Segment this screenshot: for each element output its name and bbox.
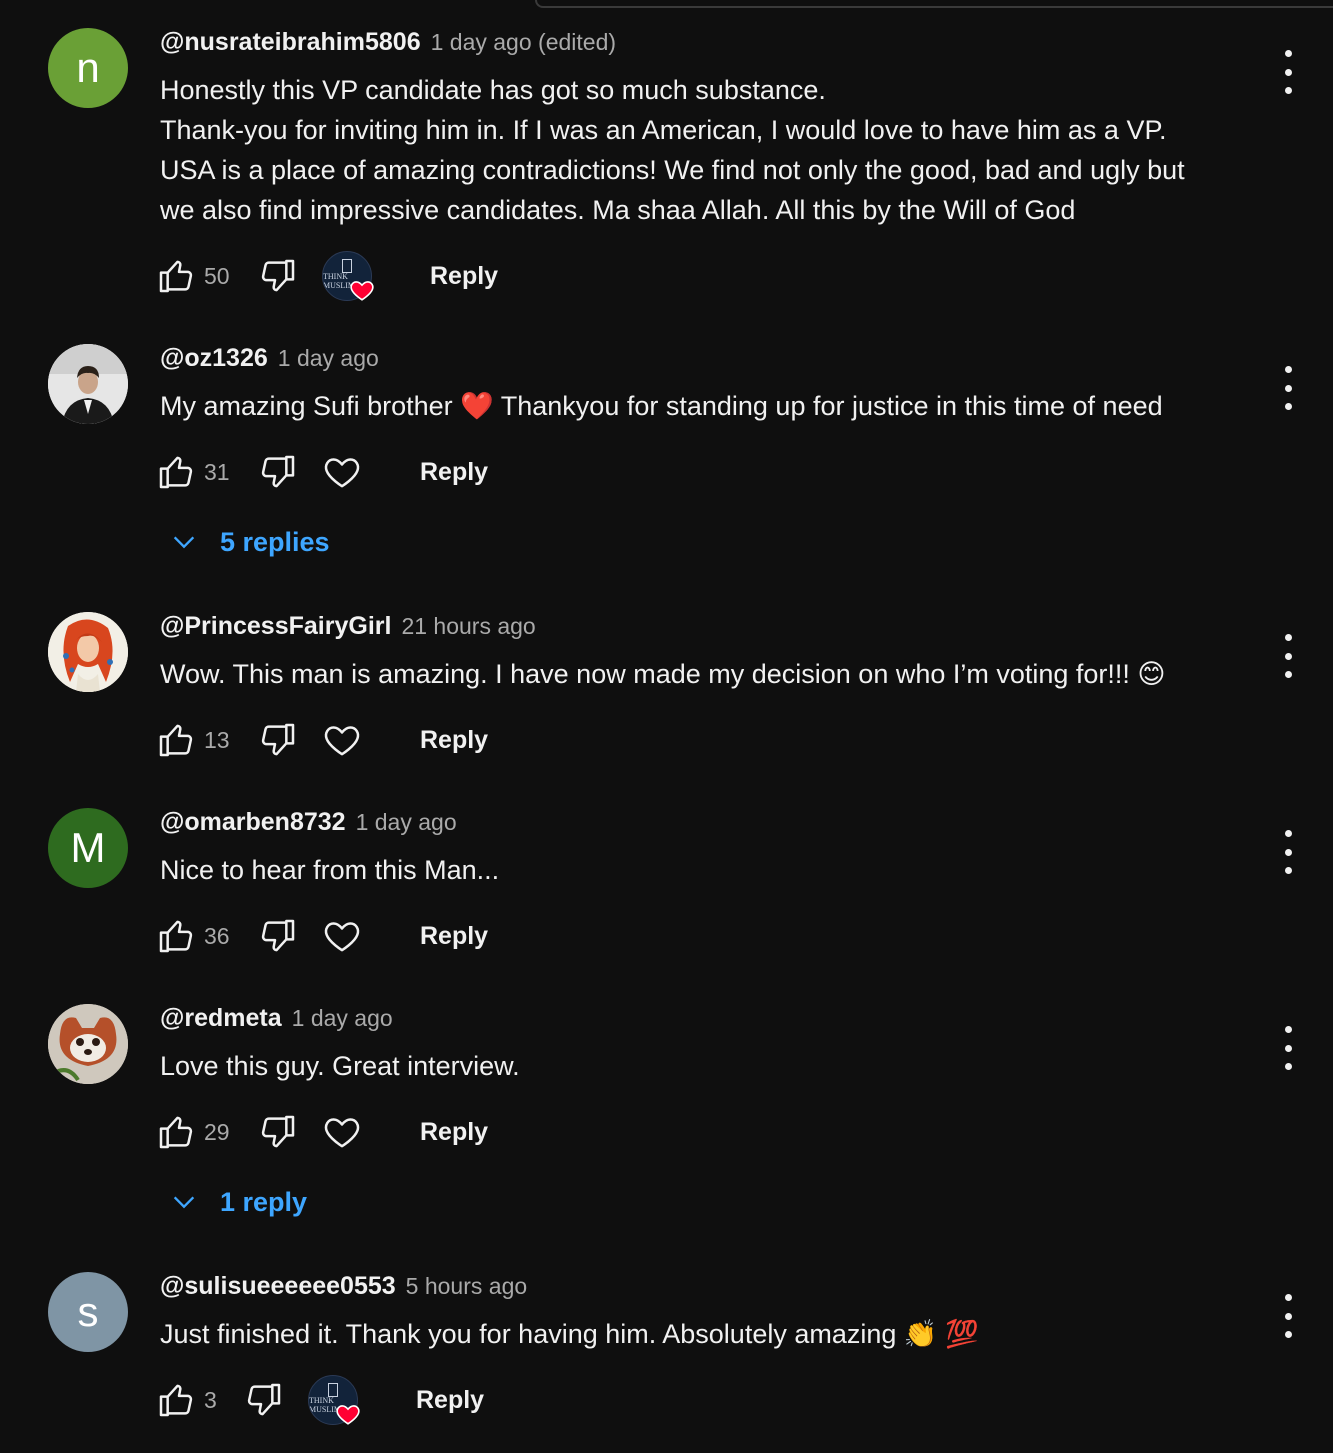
- comment-text: Nice to hear from this Man...: [160, 850, 1240, 890]
- comment-author[interactable]: @omarben8732: [160, 808, 346, 837]
- comment-text-line: Honestly this VP candidate has got so mu…: [160, 75, 826, 105]
- like-count: 29: [204, 1118, 230, 1145]
- comment-text: Honestly this VP candidate has got so mu…: [160, 70, 1240, 230]
- avatar-letter: n: [76, 44, 100, 91]
- comment-actions: 36 Reply: [156, 914, 488, 958]
- avatar-letter: M: [70, 824, 106, 871]
- comment-timestamp[interactable]: 1 day ago: [356, 809, 457, 836]
- comment-timestamp[interactable]: 5 hours ago: [406, 1273, 527, 1300]
- like-button[interactable]: [156, 1112, 196, 1152]
- reply-button[interactable]: Reply: [420, 458, 488, 487]
- comment-text-line: My amazing Sufi brother ❤️ Thankyou for …: [160, 391, 1163, 421]
- comment-text-line: Wow. This man is amazing. I have now mad…: [160, 659, 1166, 689]
- more-actions-button[interactable]: [1272, 366, 1304, 410]
- comment-author[interactable]: @oz1326: [160, 344, 268, 373]
- like-count: 3: [204, 1386, 217, 1413]
- avatar[interactable]: s: [48, 1272, 128, 1352]
- comment-timestamp[interactable]: 21 hours ago: [401, 613, 535, 640]
- view-replies-button[interactable]: 5 replies: [170, 522, 330, 562]
- like-count: 31: [204, 458, 230, 485]
- heart-button[interactable]: [322, 1112, 362, 1152]
- avatar[interactable]: n: [48, 28, 128, 108]
- comment-text-line: USA is a place of amazing contradictions…: [160, 155, 1185, 185]
- comment-author[interactable]: @nusrateibrahim5806: [160, 28, 421, 57]
- comment-text-line: we also find impressive candidates. Ma s…: [160, 195, 1076, 225]
- man-in-suit-photo: [48, 344, 128, 424]
- comment-text-line: Just finished it. Thank you for having h…: [160, 1319, 979, 1349]
- comment-timestamp[interactable]: 1 day ago (edited): [431, 29, 616, 56]
- more-actions-button[interactable]: [1272, 1294, 1304, 1338]
- red-haired-woman-illustration: [48, 612, 128, 692]
- replies-label: 5 replies: [220, 526, 330, 557]
- comment-author[interactable]: @redmeta: [160, 1004, 282, 1033]
- reply-button[interactable]: Reply: [420, 922, 488, 951]
- comment-author[interactable]: @sulisueeeeee0553: [160, 1272, 396, 1301]
- dislike-button[interactable]: [258, 916, 298, 956]
- chevron-down-icon: [173, 536, 195, 549]
- red-panda-photo: [48, 1004, 128, 1084]
- more-actions-button[interactable]: [1272, 1026, 1304, 1070]
- comment-text-line: Love this guy. Great interview.: [160, 1051, 520, 1081]
- more-actions-button[interactable]: [1272, 634, 1304, 678]
- like-count: 50: [204, 262, 230, 289]
- reply-button[interactable]: Reply: [420, 1118, 488, 1147]
- comment-timestamp[interactable]: 1 day ago: [292, 1005, 393, 1032]
- heart-button[interactable]: [322, 720, 362, 760]
- avatar[interactable]: [48, 344, 128, 424]
- comment-timestamp[interactable]: 1 day ago: [278, 345, 379, 372]
- avatar[interactable]: M: [48, 808, 128, 888]
- more-actions-button[interactable]: [1272, 830, 1304, 874]
- comment-actions: 29 Reply: [156, 1110, 488, 1154]
- like-button[interactable]: [156, 1380, 196, 1420]
- comment-actions: 13 Reply: [156, 718, 488, 762]
- reply-button[interactable]: Reply: [416, 1386, 484, 1415]
- chevron-down-icon: [173, 1196, 195, 1209]
- comment-text-line: Thank-you for inviting him in. If I was …: [160, 115, 1167, 145]
- comment-text: Love this guy. Great interview.: [160, 1046, 1240, 1086]
- comment-text: Just finished it. Thank you for having h…: [160, 1314, 1240, 1354]
- comment-actions: 3 THINK MUSLIM Reply: [156, 1375, 484, 1425]
- like-count: 13: [204, 726, 230, 753]
- like-button[interactable]: [156, 256, 196, 296]
- creator-heart-badge[interactable]: THINK MUSLIM: [322, 251, 374, 301]
- reply-button[interactable]: Reply: [430, 262, 498, 291]
- avatar-letter: s: [77, 1288, 99, 1335]
- like-button[interactable]: [156, 452, 196, 492]
- avatar[interactable]: [48, 612, 128, 692]
- comment-actions: 50 THINK MUSLIM Reply: [156, 251, 498, 301]
- more-actions-button[interactable]: [1272, 50, 1304, 94]
- creator-heart-badge[interactable]: THINK MUSLIM: [308, 1375, 360, 1425]
- comment-text: Wow. This man is amazing. I have now mad…: [160, 654, 1240, 694]
- replies-label: 1 reply: [220, 1186, 308, 1217]
- heart-icon: [350, 281, 374, 301]
- view-replies-button[interactable]: 1 reply: [170, 1182, 307, 1222]
- heart-button[interactable]: [322, 452, 362, 492]
- comment-author[interactable]: @PrincessFairyGirl: [160, 612, 391, 641]
- comment-text: My amazing Sufi brother ❤️ Thankyou for …: [160, 386, 1240, 426]
- top-divider: [535, 0, 1333, 8]
- dislike-button[interactable]: [258, 1112, 298, 1152]
- heart-icon: [336, 1405, 360, 1425]
- reply-button[interactable]: Reply: [420, 726, 488, 755]
- like-button[interactable]: [156, 916, 196, 956]
- dislike-button[interactable]: [244, 1380, 284, 1420]
- dislike-button[interactable]: [258, 720, 298, 760]
- heart-button[interactable]: [322, 916, 362, 956]
- like-button[interactable]: [156, 720, 196, 760]
- dislike-button[interactable]: [258, 452, 298, 492]
- like-count: 36: [204, 922, 230, 949]
- dislike-button[interactable]: [258, 256, 298, 296]
- avatar[interactable]: [48, 1004, 128, 1084]
- comment-text-line: Nice to hear from this Man...: [160, 855, 500, 885]
- comment-actions: 31 Reply: [156, 450, 488, 494]
